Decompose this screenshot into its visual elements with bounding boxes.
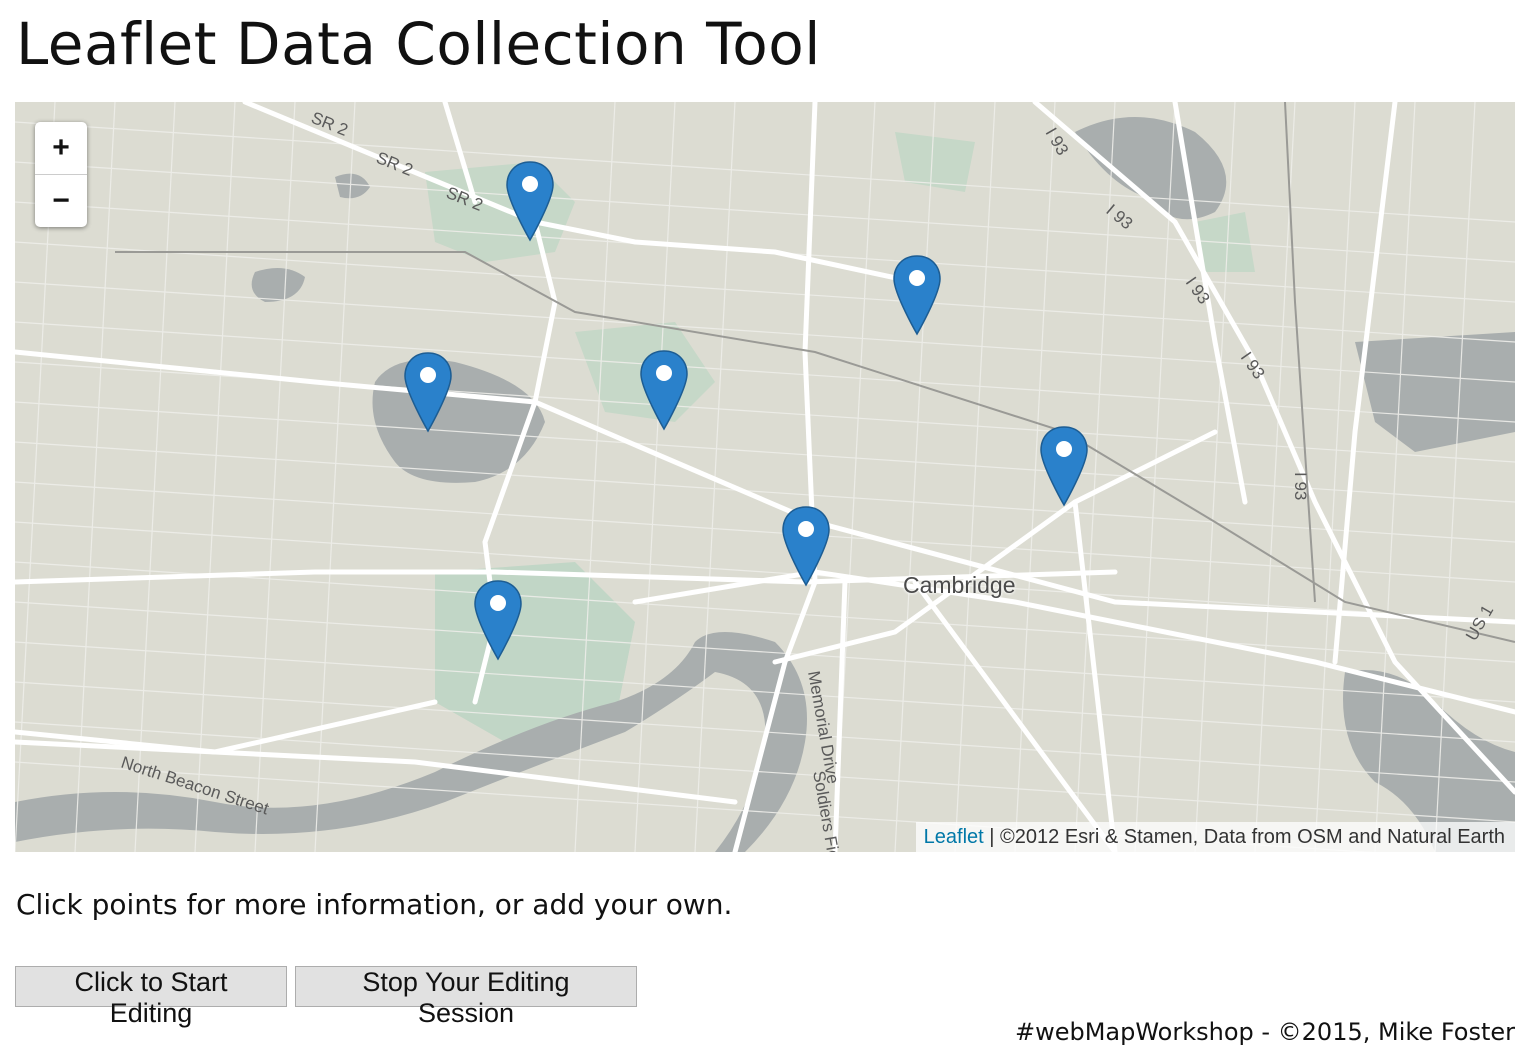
leaflet-link[interactable]: Leaflet — [924, 826, 984, 848]
start-editing-button[interactable]: Click to Start Editing — [15, 966, 287, 1028]
map-tiles[interactable]: SR 2 SR 2 SR 2 I 93 I 93 I 93 I 93 I 93 … — [15, 102, 1515, 852]
map-pin-icon[interactable] — [505, 160, 555, 242]
map-pin-icon[interactable] — [1039, 425, 1089, 507]
map-pin-icon[interactable] — [473, 579, 523, 661]
city-label: Cambridge — [903, 572, 1016, 598]
page-title: Leaflet Data Collection Tool — [16, 10, 821, 78]
footer-credit: #webMapWorkshop - ©2015, Mike Foster — [1014, 1018, 1515, 1046]
map-pin-icon[interactable] — [639, 349, 689, 431]
attribution-text: | ©2012 Esri & Stamen, Data from OSM and… — [983, 826, 1505, 848]
zoom-out-button[interactable]: − — [35, 175, 87, 227]
map-pin-icon[interactable] — [781, 505, 831, 587]
zoom-control: + − — [35, 122, 87, 227]
map-pin-icon[interactable] — [892, 254, 942, 336]
zoom-in-button[interactable]: + — [35, 122, 87, 175]
map-attribution: Leaflet | ©2012 Esri & Stamen, Data from… — [915, 822, 1515, 852]
map-container[interactable]: SR 2 SR 2 SR 2 I 93 I 93 I 93 I 93 I 93 … — [15, 102, 1515, 852]
svg-text:I 93: I 93 — [1291, 472, 1310, 500]
instructions-text: Click points for more information, or ad… — [16, 888, 733, 921]
map-pin-icon[interactable] — [403, 351, 453, 433]
stop-editing-button[interactable]: Stop Your Editing Session — [295, 966, 637, 1028]
